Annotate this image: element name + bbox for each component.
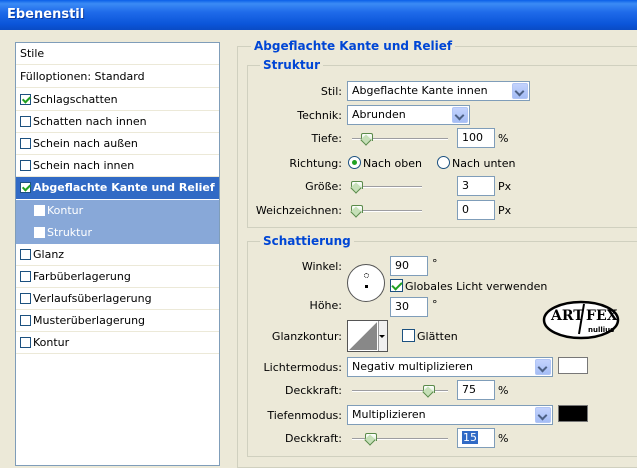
highlight-opacity-unit: % <box>498 384 509 397</box>
highlight-opacity-label: Deckkraft: <box>285 384 342 397</box>
checkbox-icon[interactable] <box>20 159 31 171</box>
smooth-label: Glätten <box>417 330 458 343</box>
window-title: Ebenenstil <box>7 7 85 22</box>
title-bar: Ebenenstil <box>0 0 637 30</box>
depth-input[interactable]: 100 <box>457 128 495 148</box>
highlight-opacity-input[interactable]: 75 <box>457 380 495 400</box>
shadow-opacity-input[interactable]: 15 <box>457 428 495 448</box>
direction-label: Richtung: <box>289 157 342 170</box>
style-item-gradient-overlay[interactable]: Verlaufsüberlagerung <box>16 288 219 310</box>
styles-list: Stile Fülloptionen: Standard Schlagschat… <box>15 42 220 466</box>
contour-curve-icon <box>349 322 377 350</box>
gloss-contour-label: Glanzkontur: <box>271 330 342 343</box>
structure-title: Struktur <box>260 58 324 72</box>
gloss-contour-picker[interactable] <box>347 320 388 352</box>
chevron-down-icon[interactable] <box>512 83 528 99</box>
logo-text-bottom: nullius <box>588 326 615 334</box>
shadow-opacity-unit: % <box>498 432 509 445</box>
size-label: Größe: <box>305 180 342 193</box>
direction-down-label: Nach unten <box>452 157 516 170</box>
checkbox-icon[interactable] <box>34 226 45 238</box>
styles-list-header[interactable]: Stile <box>16 43 219 65</box>
logo-text-left: ART <box>551 308 584 324</box>
highlight-mode-label: Lichtermodus: <box>263 361 342 374</box>
altitude-input[interactable]: 30 <box>390 297 428 317</box>
checkbox-icon[interactable] <box>20 181 31 193</box>
style-select[interactable]: Abgeflachte Kante innen <box>347 81 530 101</box>
shadow-opacity-slider-thumb[interactable] <box>365 433 377 444</box>
shadow-color-swatch[interactable] <box>558 405 588 422</box>
checkbox-icon[interactable] <box>20 270 31 282</box>
depth-slider-thumb[interactable] <box>361 133 373 144</box>
angle-label: Winkel: <box>301 260 342 273</box>
chevron-down-icon[interactable] <box>535 359 551 375</box>
depth-label: Tiefe: <box>311 132 342 145</box>
style-item-contour-sub[interactable]: Kontur <box>16 200 219 222</box>
angle-dial[interactable] <box>347 264 385 302</box>
soften-slider-thumb[interactable] <box>351 205 363 216</box>
soften-unit: Px <box>498 204 512 217</box>
style-item-texture-sub[interactable]: Struktur <box>16 222 219 244</box>
contour-arrow-icon <box>379 335 385 338</box>
chevron-down-icon[interactable] <box>535 407 551 423</box>
shading-title: Schattierung <box>260 234 354 248</box>
global-light-checkbox[interactable] <box>390 279 403 292</box>
logo-text-right: FEX <box>586 308 618 324</box>
shadow-opacity-label: Deckkraft: <box>285 432 342 445</box>
checkbox-icon[interactable] <box>20 115 31 127</box>
altitude-unit: ° <box>432 298 438 311</box>
bevel-group-title: Abgeflachte Kante und Relief <box>251 39 456 53</box>
shadow-mode-select[interactable]: Multiplizieren <box>347 405 553 425</box>
shadow-opacity-value: 15 <box>462 431 478 444</box>
checkbox-icon[interactable] <box>20 336 31 348</box>
checkbox-icon[interactable] <box>20 93 31 105</box>
style-item-satin[interactable]: Glanz <box>16 244 219 266</box>
artfex-logo: ART FEX nullius <box>542 300 620 340</box>
style-item-outer-glow[interactable]: Schein nach außen <box>16 133 219 155</box>
highlight-opacity-slider-thumb[interactable] <box>423 385 435 396</box>
checkbox-icon[interactable] <box>20 137 31 149</box>
angle-center-icon <box>365 285 368 288</box>
soften-label: Weichzeichnen: <box>255 204 342 217</box>
checkbox-icon[interactable] <box>34 204 45 216</box>
global-light-label: Globales Licht verwenden <box>405 280 548 293</box>
direction-down-radio[interactable] <box>437 156 450 169</box>
crosshair-icon <box>364 273 369 278</box>
shadow-mode-label: Tiefenmodus: <box>267 409 342 422</box>
soften-input[interactable]: 0 <box>457 200 495 220</box>
checkbox-icon[interactable] <box>20 248 31 260</box>
technique-select[interactable]: Abrunden <box>347 105 470 125</box>
style-item-inner-shadow[interactable]: Schatten nach innen <box>16 111 219 133</box>
checkbox-icon[interactable] <box>20 314 31 326</box>
highlight-mode-select[interactable]: Negativ multiplizieren <box>347 357 553 377</box>
size-unit: Px <box>498 180 512 193</box>
altitude-label: Höhe: <box>309 299 342 312</box>
style-item-pattern-overlay[interactable]: Musterüberlagerung <box>16 310 219 332</box>
checkbox-icon[interactable] <box>20 292 31 304</box>
technique-label: Technik: <box>297 109 342 122</box>
size-slider-thumb[interactable] <box>351 181 363 192</box>
style-item-inner-glow[interactable]: Schein nach innen <box>16 155 219 177</box>
direction-up-label: Nach oben <box>363 157 422 170</box>
smooth-checkbox[interactable] <box>402 329 415 342</box>
style-label: Stil: <box>320 85 342 98</box>
angle-unit: ° <box>432 257 438 270</box>
angle-input[interactable]: 90 <box>390 256 428 276</box>
direction-up-radio[interactable] <box>348 156 361 169</box>
style-item-color-overlay[interactable]: Farbüberlagerung <box>16 266 219 288</box>
chevron-down-icon[interactable] <box>452 107 468 123</box>
style-item-stroke[interactable]: Kontur <box>16 332 219 354</box>
blending-options-item[interactable]: Fülloptionen: Standard <box>16 66 219 88</box>
style-item-bevel-emboss[interactable]: Abgeflachte Kante und Relief <box>16 177 219 199</box>
highlight-color-swatch[interactable] <box>558 357 588 374</box>
depth-unit: % <box>498 132 509 145</box>
style-item-drop-shadow[interactable]: Schlagschatten <box>16 89 219 111</box>
size-input[interactable]: 3 <box>457 176 495 196</box>
